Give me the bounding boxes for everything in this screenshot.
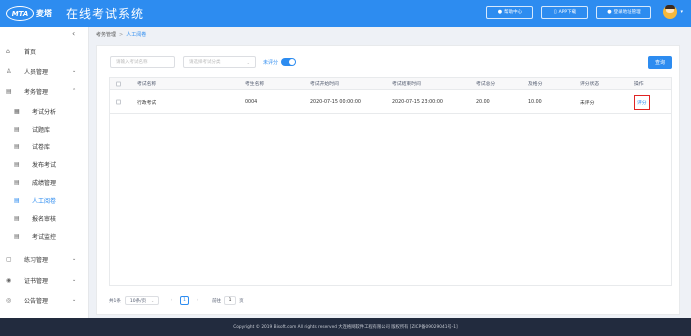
document-icon: ▤ — [14, 178, 20, 186]
sidebar-item-exam-monitor[interactable]: ▤ 考试监控 — [0, 228, 88, 244]
cell-status: 未评分 — [580, 100, 595, 106]
page-size-select[interactable]: 10条/页 ⌄ — [124, 296, 160, 305]
copyright-text: Copyright © 2019 Bisoft.com All rights r… — [233, 325, 458, 330]
document-icon: ▤ — [14, 125, 20, 133]
breadcrumb-current: 人工阅卷 — [126, 32, 147, 38]
chevron-down-icon: ⌄ — [151, 298, 155, 303]
total-count: 共1条 — [109, 298, 121, 304]
sidebar-item-question-bank[interactable]: ▤ 试题库 — [0, 121, 88, 137]
header-end-time: 考试结束时间 — [392, 82, 421, 87]
chevron-up-icon: ⌃ — [72, 88, 77, 94]
app-download-button[interactable]: ▯ APP下载 — [541, 5, 589, 19]
cell-exam-name: 行政考试 — [137, 100, 157, 106]
cell-start-time: 2020-07-15 00:00:00 — [310, 99, 361, 105]
header-examinee: 考生名称 — [245, 82, 265, 87]
help-center-button[interactable]: ● 帮助中心 — [486, 5, 534, 19]
query-button[interactable]: 查询 — [648, 56, 672, 69]
sidebar-item-announcements[interactable]: ◎ 公告管理 ⌄ — [0, 292, 88, 308]
header-exam-name: 考试名称 — [137, 82, 157, 87]
sidebar-item-people[interactable]: ♙ 人员管理 ⌄ — [0, 63, 88, 79]
row-checkbox[interactable] — [116, 99, 121, 105]
next-page-icon[interactable]: › — [193, 298, 202, 303]
sidebar-item-registration-review[interactable]: ▤ 报名审核 — [0, 210, 88, 226]
header-action: 操作 — [634, 82, 644, 87]
main-panel: 请输入考试名称 请选择考试分类 ⌄ 未评分 查询 考试名称 考生名称 考试开始时… — [96, 45, 680, 315]
exam-category-select[interactable]: 请选择考试分类 ⌄ — [183, 56, 256, 68]
select-all-checkbox[interactable] — [116, 81, 121, 86]
header-total-score: 考试总分 — [476, 82, 496, 87]
document-icon: ▤ — [6, 87, 12, 95]
chevron-down-icon: ⌄ — [72, 68, 77, 74]
header-start-time: 考试开始时间 — [310, 82, 339, 87]
breadcrumb-separator: > — [119, 32, 124, 38]
certificate-icon: ◉ — [6, 276, 12, 284]
prev-page-icon[interactable]: ‹ — [167, 298, 176, 303]
cell-pass-score: 10.00 — [528, 99, 542, 105]
header-pass-score: 及格分 — [528, 82, 543, 87]
chevron-down-icon: ⌄ — [246, 59, 250, 65]
logo-mark: MTA — [6, 6, 34, 21]
logo-text: 麦塔 — [36, 9, 52, 18]
announcement-icon: ◎ — [6, 296, 12, 304]
grading-table: 考试名称 考生名称 考试开始时间 考试结束时间 考试总分 及格分 评分状态 操作… — [109, 77, 672, 286]
document-icon: ▤ — [14, 232, 20, 240]
table-header: 考试名称 考生名称 考试开始时间 考试结束时间 考试总分 及格分 评分状态 操作 — [110, 78, 671, 90]
logo: MTA 麦塔 — [6, 6, 52, 21]
footer: Copyright © 2019 Bisoft.com All rights r… — [0, 318, 691, 336]
exam-name-placeholder: 请输入考试名称 — [116, 60, 148, 65]
chevron-down-icon: ⌄ — [72, 277, 77, 283]
sidebar-item-home[interactable]: ⌂ 首页 — [0, 43, 88, 59]
sidebar-item-certificates[interactable]: ◉ 证书管理 ⌄ — [0, 272, 88, 288]
phone-icon: ▯ — [553, 9, 557, 15]
chart-icon: ▦ — [14, 107, 20, 115]
breadcrumb: 考务管理 > 人工阅卷 — [96, 31, 146, 38]
sidebar-item-manual-grading[interactable]: ▤ 人工阅卷 — [0, 192, 88, 208]
chevron-down-icon: ⌄ — [72, 297, 77, 303]
sidebar-item-exam-analysis[interactable]: ▦ 考试分析 — [0, 103, 88, 119]
person-icon: ♙ — [6, 67, 12, 75]
login-address-button[interactable]: ● 登录地址管理 — [596, 5, 652, 19]
home-icon: ⌂ — [6, 47, 10, 55]
user-icon: ● — [607, 9, 612, 15]
sidebar-item-paper-bank[interactable]: ▤ 试卷库 — [0, 138, 88, 154]
document-icon: ▤ — [14, 196, 20, 204]
cell-examinee: 0004 — [245, 99, 258, 105]
cell-action: 评分 — [634, 91, 650, 113]
goto-label: 前往 — [212, 298, 222, 304]
sidebar-item-scores[interactable]: ▤ 成绩管理 — [0, 174, 88, 190]
ungraded-toggle[interactable] — [281, 58, 296, 66]
grade-link[interactable]: 评分 — [634, 94, 650, 110]
chevron-down-icon[interactable]: ▾ — [680, 9, 683, 15]
table-row: 行政考试 0004 2020-07-15 00:00:00 2020-07-15… — [110, 91, 671, 114]
page-number[interactable]: 1 — [180, 296, 190, 305]
document-icon: ▤ — [14, 160, 20, 168]
cell-end-time: 2020-07-15 23:00:00 — [392, 99, 443, 105]
document-icon: ▤ — [14, 214, 20, 222]
help-icon: ● — [497, 9, 503, 15]
document-icon: ▤ — [14, 142, 20, 150]
page-suffix: 页 — [239, 298, 244, 304]
practice-icon: ▢ — [6, 255, 12, 263]
header-status: 评分状态 — [580, 82, 600, 87]
system-title: 在线考试系统 — [66, 7, 145, 21]
sidebar-item-practice[interactable]: ▢ 练习管理 ⌄ — [0, 251, 88, 267]
sidebar-item-exam-affairs[interactable]: ▤ 考务管理 ⌃ — [0, 83, 88, 99]
collapse-sidebar-icon[interactable]: ‹ — [72, 29, 75, 38]
exam-category-placeholder: 请选择考试分类 — [189, 60, 221, 65]
breadcrumb-parent[interactable]: 考务管理 — [96, 32, 116, 38]
exam-name-input[interactable]: 请输入考试名称 — [110, 56, 175, 68]
goto-page-input[interactable]: 1 — [224, 296, 237, 305]
cell-total-score: 20.00 — [476, 99, 490, 105]
pagination: 共1条 10条/页 ⌄ ‹ 1 › 前往 1 页 — [109, 296, 244, 305]
top-header: MTA 麦塔 在线考试系统 ● 帮助中心 ▯ APP下载 ● 登录地址管理 ▾ — [0, 0, 691, 27]
sidebar: ‹ ⌂ 首页 ♙ 人员管理 ⌄ ▤ 考务管理 ⌃ ▦ 考试分析 ▤ 试题库 ▤ … — [0, 27, 89, 318]
sidebar-item-publish-exam[interactable]: ▤ 发布考试 — [0, 156, 88, 172]
chevron-down-icon: ⌄ — [72, 256, 77, 262]
avatar[interactable] — [663, 5, 678, 19]
ungraded-toggle-label: 未评分 — [263, 60, 279, 66]
